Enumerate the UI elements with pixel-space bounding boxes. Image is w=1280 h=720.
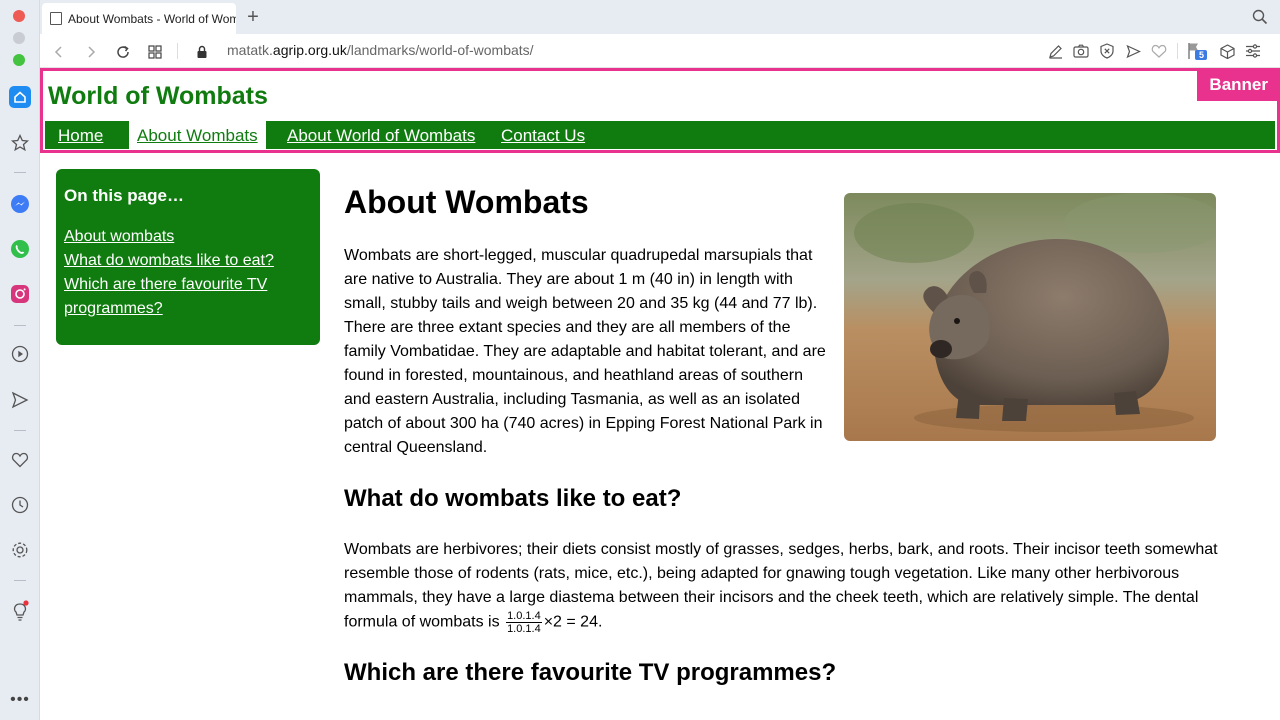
minimize-window-button[interactable] [13, 32, 25, 44]
close-window-button[interactable] [13, 10, 25, 22]
on-this-page-box: On this page… About wombats What do womb… [56, 169, 320, 345]
share-send-icon[interactable] [1124, 42, 1142, 60]
dental-formula-fraction: 1.0.1.4 1.0.1.4 [506, 610, 542, 635]
bookmarks-icon[interactable] [9, 132, 31, 154]
site-banner: World of Wombats Banner Home About Womba… [40, 68, 1280, 153]
tab-search-icon[interactable] [1252, 9, 1268, 30]
messenger-icon[interactable] [9, 193, 31, 215]
toc-link-tv-programmes[interactable]: Which are there favourite TV programmes? [64, 273, 312, 321]
reload-button[interactable] [112, 41, 134, 63]
back-button[interactable] [48, 41, 70, 63]
reload-icon [117, 45, 129, 58]
send-icon[interactable] [9, 389, 31, 411]
player-icon[interactable] [9, 343, 31, 365]
address-bar: matatk.agrip.org.uk/landmarks/world-of-w… [40, 34, 1280, 68]
lock-icon[interactable] [191, 41, 213, 63]
nav-about-world-of-wombats-link[interactable]: About World of Wombats [287, 121, 475, 149]
browser-sidebar: ••• [0, 0, 40, 720]
heart-icon[interactable] [9, 449, 31, 471]
new-tab-button[interactable]: + [242, 6, 264, 29]
extension-cube-icon[interactable] [1218, 42, 1236, 60]
tab-strip: About Wombats - World of Wombats + [40, 0, 1280, 34]
zoom-window-button[interactable] [13, 54, 25, 66]
whatsapp-icon[interactable] [9, 238, 31, 260]
intro-paragraph: Wombats are short-legged, muscular quadr… [344, 247, 826, 456]
more-icon[interactable]: ••• [9, 689, 31, 711]
wombat-photo [844, 193, 1216, 441]
instagram-icon[interactable] [9, 283, 31, 305]
tab-overview-button[interactable] [144, 41, 166, 63]
forward-button[interactable] [80, 41, 102, 63]
toc-link-about-wombats[interactable]: About wombats [64, 225, 312, 249]
tab-title: About Wombats - World of Wombats [68, 11, 236, 26]
page-favicon-icon [50, 12, 62, 25]
nav-contact-us-link[interactable]: Contact Us [501, 121, 585, 149]
shield-icon[interactable] [1098, 42, 1116, 60]
back-arrow-icon [54, 46, 62, 58]
toc-link-what-do-wombats-eat[interactable]: What do wombats like to eat? [64, 249, 312, 273]
nav-home-link[interactable]: Home [58, 121, 103, 149]
nav-about-wombats-link[interactable]: About Wombats [129, 121, 266, 149]
url-field[interactable]: matatk.agrip.org.uk/landmarks/world-of-w… [227, 42, 534, 58]
camera-icon[interactable] [1072, 42, 1090, 60]
main-navigation: Home About Wombats About World of Wombat… [45, 121, 1275, 149]
tv-heading: Which are there favourite TV programmes? [344, 659, 837, 686]
banner-landmark-label: Banner [1197, 70, 1280, 101]
settings-icon[interactable] [9, 539, 31, 561]
favorite-heart-icon[interactable] [1150, 42, 1168, 60]
landmarks-count-badge: 5 [1199, 50, 1205, 60]
grid-icon [148, 45, 162, 59]
edit-icon[interactable] [1046, 42, 1064, 60]
site-title[interactable]: World of Wombats [48, 82, 268, 111]
toc-heading: On this page… [64, 186, 184, 205]
tips-icon[interactable] [9, 600, 31, 622]
tab-about-wombats[interactable]: About Wombats - World of Wombats [42, 3, 236, 34]
history-icon[interactable] [9, 494, 31, 516]
menu-sliders-icon[interactable] [1244, 42, 1262, 60]
home-icon[interactable] [9, 86, 31, 108]
eat-paragraph: Wombats are herbivores; their diets cons… [344, 541, 1218, 635]
eat-heading: What do wombats like to eat? [344, 485, 682, 512]
forward-arrow-icon [88, 46, 96, 58]
main-content: About Wombats Wombats are short-legged, … [344, 178, 1224, 686]
landmarks-extension-button[interactable]: 5 [1186, 42, 1208, 60]
